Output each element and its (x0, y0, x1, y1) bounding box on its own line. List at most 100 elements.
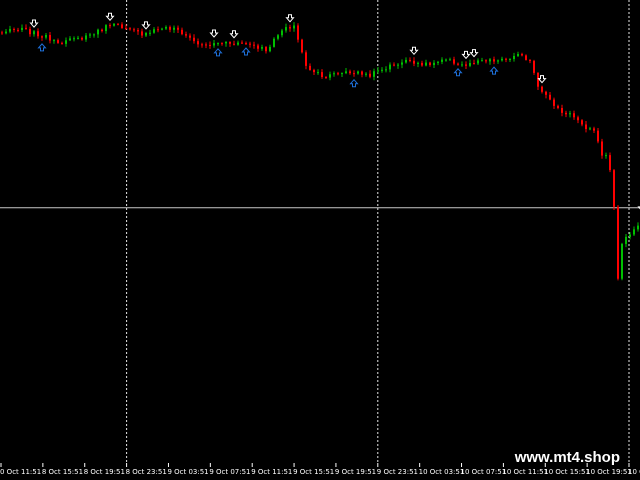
candle-body (253, 44, 255, 46)
candle-body (385, 69, 387, 71)
candle-body (89, 34, 91, 36)
candle-body (621, 243, 623, 279)
candle-body (497, 60, 499, 62)
candle-body (229, 41, 231, 44)
x-tick-label: 10 Oct 23:5 (628, 468, 640, 476)
candle-body (349, 71, 351, 74)
candle-body (297, 25, 299, 40)
x-tick-label: 10 Oct 19:51 (586, 468, 632, 476)
candle-body (505, 58, 507, 60)
candle-body (409, 59, 411, 61)
candle-body (381, 69, 383, 71)
candle-body (557, 105, 559, 109)
candle-body (221, 43, 223, 45)
candle-body (333, 73, 335, 75)
candle-body (193, 37, 195, 42)
candle-body (1, 32, 3, 34)
candle-body (277, 35, 279, 39)
candle-body (337, 73, 339, 75)
candle-body (233, 43, 235, 45)
candle-body (9, 28, 11, 32)
candle-body (153, 29, 155, 33)
candle-body (521, 54, 523, 56)
candle-body (577, 117, 579, 121)
x-tick-label: 9 Oct 15:51 (293, 468, 334, 476)
candle-body (137, 30, 139, 32)
candle-body (265, 47, 267, 52)
candle-body (585, 124, 587, 130)
candle-body (561, 108, 563, 113)
candle-body (25, 27, 27, 29)
candle-body (33, 31, 35, 35)
candle-body (17, 29, 19, 31)
x-tick-label: 10 Oct 07:51 (461, 468, 507, 476)
candle-body (329, 74, 331, 78)
candle-body (225, 41, 227, 44)
x-tick-label: 9 Oct 19:51 (335, 468, 376, 476)
x-tick-label: 0 Oct 11:51 (0, 468, 41, 476)
candle-body (581, 120, 583, 125)
candle-body (205, 44, 207, 46)
x-tick-label: 10 Oct 15:51 (544, 468, 590, 476)
candle-body (573, 113, 575, 118)
candle-body (273, 38, 275, 47)
candle-body (189, 35, 191, 38)
candle-body (69, 38, 71, 41)
candle-body (533, 60, 535, 73)
candle-body (105, 25, 107, 32)
candle-body (413, 60, 415, 64)
candle-body (509, 59, 511, 61)
candle-body (109, 25, 111, 27)
candle-body (145, 32, 147, 36)
candle-body (293, 25, 295, 29)
candle-body (133, 29, 135, 31)
candle-body (37, 31, 39, 37)
candle-body (61, 42, 63, 44)
candle-body (73, 38, 75, 40)
candle-body (301, 39, 303, 53)
candle-body (197, 41, 199, 45)
candle-body (237, 42, 239, 45)
candle (621, 242, 623, 281)
chart-background (0, 0, 640, 480)
x-tick-label: 9 Oct 03:51 (167, 468, 208, 476)
candle-body (261, 47, 263, 49)
candle-body (405, 59, 407, 63)
x-tick-label: 8 Oct 23:51 (126, 468, 167, 476)
candle-body (29, 28, 31, 35)
candle-body (249, 43, 251, 45)
candle-body (53, 40, 55, 42)
candle-body (637, 225, 639, 230)
candle-body (389, 64, 391, 70)
candle-body (589, 128, 591, 130)
candle-body (525, 55, 527, 60)
candle-body (553, 99, 555, 106)
candle-body (177, 27, 179, 30)
candle-body (77, 37, 79, 39)
candle-body (425, 62, 427, 66)
candle-body (517, 54, 519, 56)
candle-body (377, 70, 379, 72)
candle-body (185, 34, 187, 36)
candle-body (305, 52, 307, 66)
candle (617, 204, 619, 281)
candle-body (393, 64, 395, 66)
candle-body (617, 206, 619, 279)
candle-body (345, 71, 347, 74)
x-tick-label: 10 Oct 11:51 (502, 468, 548, 476)
candle-body (461, 64, 463, 66)
candle-body (325, 76, 327, 78)
candle (301, 38, 303, 54)
candle-body (209, 44, 211, 46)
candle-body (49, 35, 51, 41)
candle-body (45, 35, 47, 38)
candle-body (457, 63, 459, 65)
candle (297, 23, 299, 43)
candle-body (613, 170, 615, 207)
candle-body (485, 60, 487, 62)
candle-body (113, 23, 115, 26)
candle-body (489, 59, 491, 62)
candle-body (569, 113, 571, 115)
candle-body (97, 29, 99, 35)
candle-body (353, 73, 355, 75)
